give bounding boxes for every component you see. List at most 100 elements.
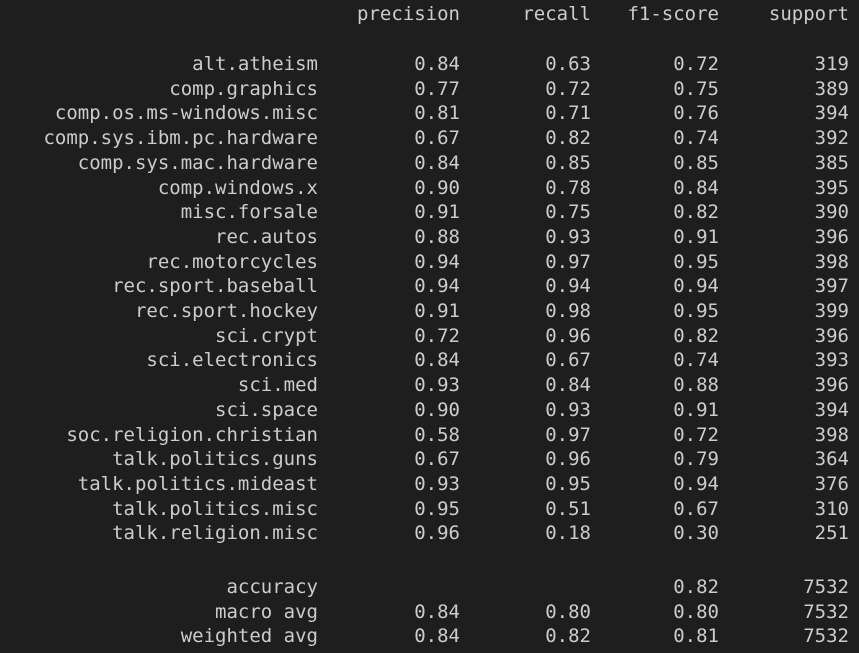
row-recall: 0.51 bbox=[545, 498, 591, 520]
row-label: misc.forsale bbox=[180, 201, 318, 223]
row-support: 395 bbox=[814, 177, 849, 199]
row-f1-score: 0.74 bbox=[673, 349, 719, 371]
row-recall: 0.78 bbox=[545, 177, 591, 199]
row-support: 310 bbox=[814, 498, 849, 520]
table-row: alt.atheism 0.84 0.63 0.72 319 bbox=[0, 52, 859, 77]
row-f1-score: 0.91 bbox=[673, 399, 719, 421]
row-precision: 0.88 bbox=[414, 226, 460, 248]
table-row: talk.religion.misc 0.96 0.18 0.30 251 bbox=[0, 521, 859, 546]
row-label: weighted avg bbox=[180, 625, 318, 647]
header-precision: precision bbox=[357, 3, 460, 25]
row-support: 385 bbox=[814, 152, 849, 174]
row-f1-score: 0.76 bbox=[673, 102, 719, 124]
row-label: sci.space bbox=[215, 399, 318, 421]
row-label: macro avg bbox=[215, 601, 318, 623]
row-f1-score: 0.81 bbox=[673, 625, 719, 647]
row-support: 364 bbox=[814, 448, 849, 470]
summary-row: accuracy 0.82 7532 bbox=[0, 575, 859, 600]
row-recall: 0.97 bbox=[545, 251, 591, 273]
row-f1-score: 0.82 bbox=[673, 576, 719, 598]
row-recall: 0.82 bbox=[545, 127, 591, 149]
row-precision: 0.67 bbox=[414, 127, 460, 149]
row-support: 7532 bbox=[803, 576, 849, 598]
row-precision: 0.67 bbox=[414, 448, 460, 470]
row-label: rec.sport.hockey bbox=[134, 300, 318, 322]
row-precision: 0.90 bbox=[414, 177, 460, 199]
row-f1-score: 0.67 bbox=[673, 498, 719, 520]
table-row: talk.politics.mideast 0.93 0.95 0.94 376 bbox=[0, 472, 859, 497]
table-row: talk.politics.misc 0.95 0.51 0.67 310 bbox=[0, 497, 859, 522]
row-f1-score: 0.85 bbox=[673, 152, 719, 174]
row-support: 396 bbox=[814, 226, 849, 248]
row-f1-score: 0.72 bbox=[673, 424, 719, 446]
table-row: misc.forsale 0.91 0.75 0.82 390 bbox=[0, 200, 859, 225]
summary-row: macro avg 0.84 0.80 0.80 7532 bbox=[0, 600, 859, 625]
row-precision: 0.91 bbox=[414, 300, 460, 322]
row-recall: 0.67 bbox=[545, 349, 591, 371]
row-recall: 0.96 bbox=[545, 448, 591, 470]
header-recall: recall bbox=[522, 3, 591, 25]
table-row: sci.electronics 0.84 0.67 0.74 393 bbox=[0, 348, 859, 373]
table-row: sci.med 0.93 0.84 0.88 396 bbox=[0, 373, 859, 398]
row-precision: 0.84 bbox=[414, 601, 460, 623]
row-f1-score: 0.74 bbox=[673, 127, 719, 149]
row-recall: 0.94 bbox=[545, 275, 591, 297]
row-f1-score: 0.84 bbox=[673, 177, 719, 199]
row-support: 396 bbox=[814, 374, 849, 396]
row-precision: 0.95 bbox=[414, 498, 460, 520]
header-f1-score: f1-score bbox=[627, 3, 719, 25]
row-f1-score: 0.72 bbox=[673, 53, 719, 75]
row-precision: 0.91 bbox=[414, 201, 460, 223]
table-row: sci.crypt 0.72 0.96 0.82 396 bbox=[0, 324, 859, 349]
row-f1-score: 0.95 bbox=[673, 251, 719, 273]
row-label: talk.politics.mideast bbox=[77, 473, 318, 495]
table-row: comp.sys.ibm.pc.hardware 0.67 0.82 0.74 392 bbox=[0, 126, 859, 151]
row-recall: 0.82 bbox=[545, 625, 591, 647]
table-row: soc.religion.christian 0.58 0.97 0.72 398 bbox=[0, 423, 859, 448]
row-precision: 0.84 bbox=[414, 349, 460, 371]
row-label: rec.sport.baseball bbox=[112, 275, 318, 297]
summary-row: weighted avg 0.84 0.82 0.81 7532 bbox=[0, 624, 859, 649]
row-f1-score: 0.94 bbox=[673, 275, 719, 297]
row-support: 376 bbox=[814, 473, 849, 495]
row-recall: 0.63 bbox=[545, 53, 591, 75]
table-row: sci.space 0.90 0.93 0.91 394 bbox=[0, 398, 859, 423]
row-label: alt.atheism bbox=[192, 53, 318, 75]
row-label: comp.os.ms-windows.misc bbox=[54, 102, 318, 124]
table-row: comp.os.ms-windows.misc 0.81 0.71 0.76 394 bbox=[0, 101, 859, 126]
row-precision: 0.90 bbox=[414, 399, 460, 421]
row-f1-score: 0.88 bbox=[673, 374, 719, 396]
row-label: comp.graphics bbox=[169, 78, 318, 100]
row-support: 390 bbox=[814, 201, 849, 223]
row-recall: 0.93 bbox=[545, 226, 591, 248]
row-support: 393 bbox=[814, 349, 849, 371]
table-row: rec.sport.hockey 0.91 0.98 0.95 399 bbox=[0, 299, 859, 324]
row-precision: 0.81 bbox=[414, 102, 460, 124]
classification-report: precision recall f1-score support alt.at… bbox=[0, 0, 859, 653]
row-label: rec.autos bbox=[215, 226, 318, 248]
row-recall: 0.80 bbox=[545, 601, 591, 623]
row-recall: 0.84 bbox=[545, 374, 591, 396]
row-label: sci.crypt bbox=[215, 325, 318, 347]
table-row: rec.motorcycles 0.94 0.97 0.95 398 bbox=[0, 250, 859, 275]
row-precision: 0.84 bbox=[414, 152, 460, 174]
row-f1-score: 0.30 bbox=[673, 522, 719, 544]
row-label: talk.politics.guns bbox=[112, 448, 318, 470]
row-f1-score: 0.95 bbox=[673, 300, 719, 322]
row-f1-score: 0.91 bbox=[673, 226, 719, 248]
row-label: talk.religion.misc bbox=[112, 522, 318, 544]
report-header-row: precision recall f1-score support bbox=[0, 2, 859, 27]
row-label: comp.sys.mac.hardware bbox=[77, 152, 318, 174]
row-label: sci.electronics bbox=[146, 349, 318, 371]
row-support: 251 bbox=[814, 522, 849, 544]
header-support: support bbox=[768, 3, 849, 25]
row-support: 398 bbox=[814, 251, 849, 273]
row-f1-score: 0.82 bbox=[673, 201, 719, 223]
row-label: soc.religion.christian bbox=[66, 424, 318, 446]
row-recall: 0.75 bbox=[545, 201, 591, 223]
row-support: 389 bbox=[814, 78, 849, 100]
row-precision: 0.96 bbox=[414, 522, 460, 544]
row-support: 319 bbox=[814, 53, 849, 75]
row-support: 394 bbox=[814, 102, 849, 124]
row-label: accuracy bbox=[226, 576, 318, 598]
